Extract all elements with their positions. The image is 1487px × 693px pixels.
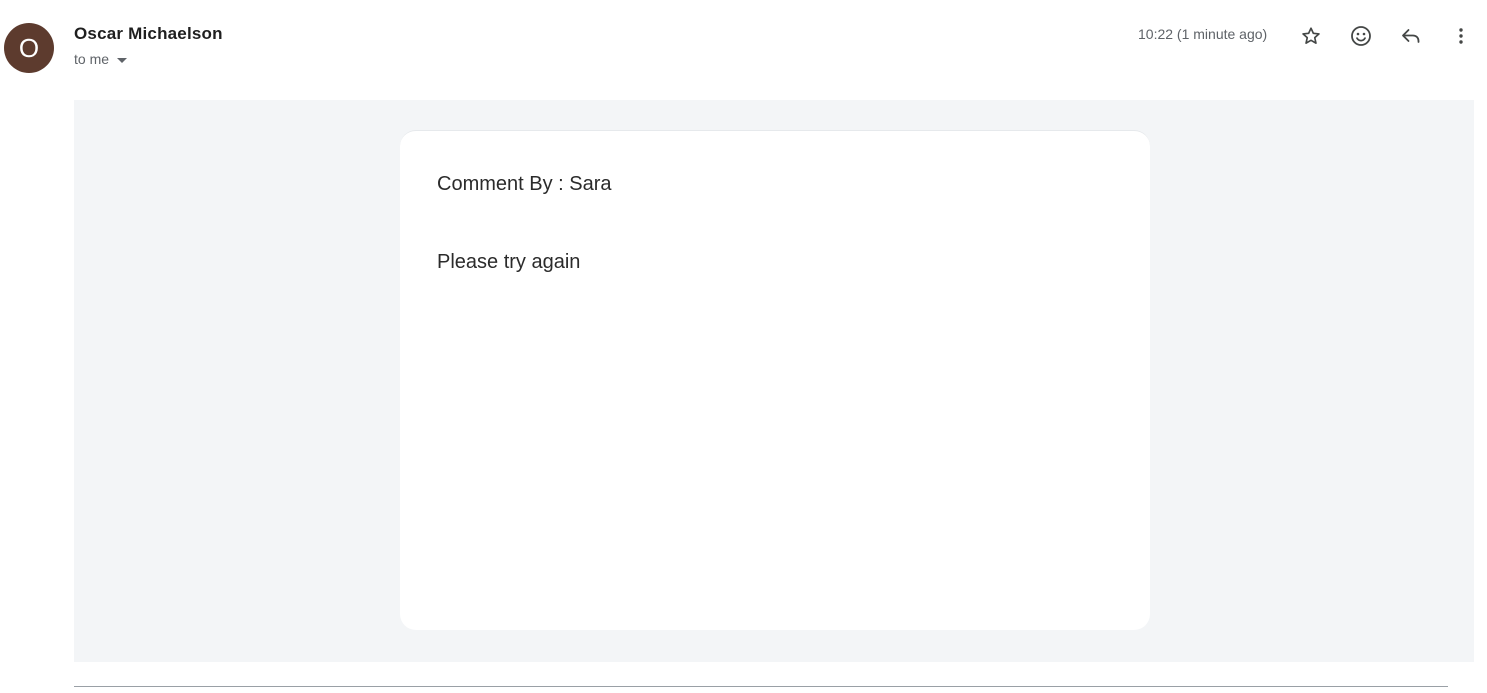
timestamp[interactable]: 10:22 (1 minute ago) bbox=[1138, 26, 1267, 42]
star-button[interactable] bbox=[1295, 20, 1327, 52]
sender-name[interactable]: Oscar Michaelson bbox=[74, 24, 223, 44]
add-reaction-button[interactable] bbox=[1345, 20, 1377, 52]
avatar[interactable]: O bbox=[4, 23, 54, 73]
avatar-letter: O bbox=[18, 32, 40, 63]
email-view: O Oscar Michaelson to me 10:22 (1 minute… bbox=[0, 0, 1487, 693]
recipient-label: to me bbox=[74, 51, 110, 67]
message-card: Comment By : Sara Please try again bbox=[400, 130, 1150, 630]
emoji-icon bbox=[1349, 24, 1373, 48]
reply-icon bbox=[1399, 24, 1423, 48]
comment-author: Comment By : Sara bbox=[437, 173, 612, 195]
chevron-down-icon[interactable] bbox=[117, 57, 128, 63]
star-icon bbox=[1300, 25, 1322, 47]
divider bbox=[74, 686, 1448, 687]
reply-button[interactable] bbox=[1395, 20, 1427, 52]
comment-text: Please try again bbox=[437, 251, 581, 273]
more-options-button[interactable] bbox=[1445, 20, 1477, 52]
more-vert-icon bbox=[1449, 24, 1473, 48]
recipient-details-toggle[interactable]: to me bbox=[74, 51, 128, 67]
